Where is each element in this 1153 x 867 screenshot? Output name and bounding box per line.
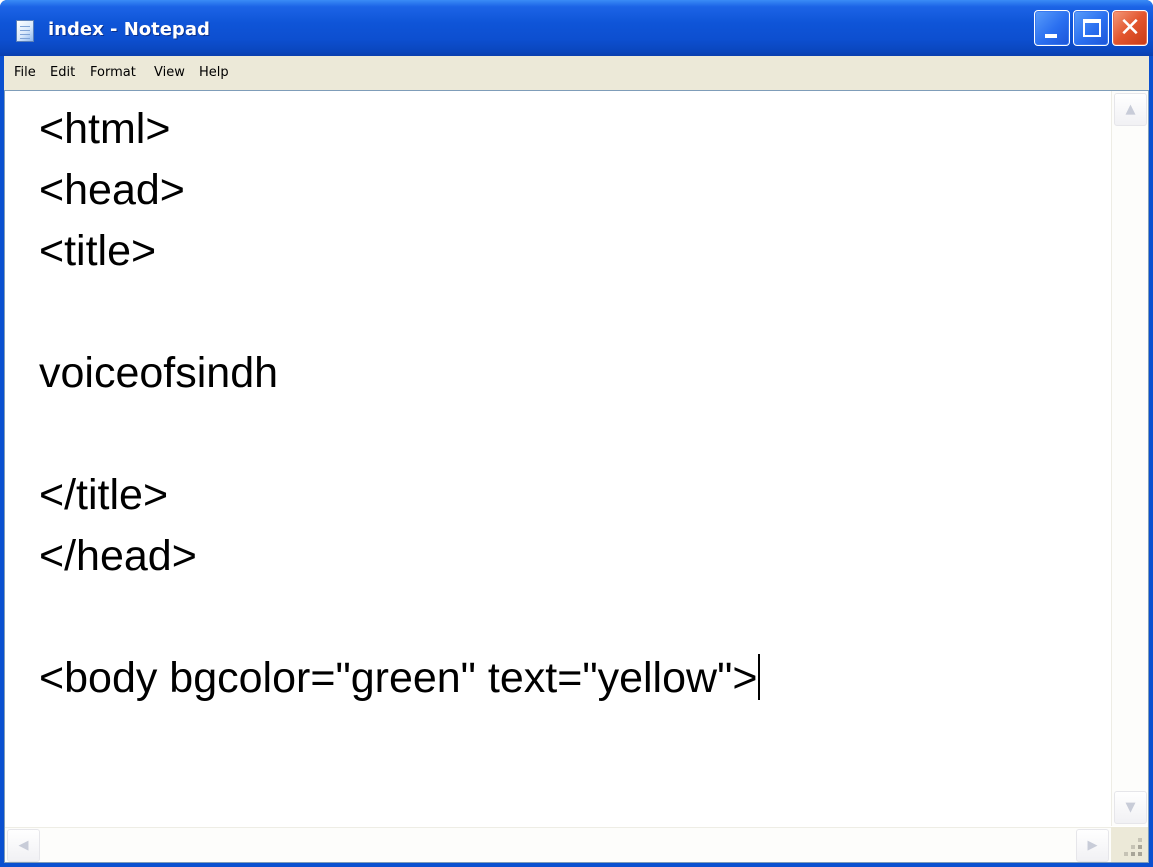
menu-help[interactable]: Help: [199, 65, 229, 80]
notepad-icon[interactable]: [16, 20, 34, 42]
text-line: <title>: [39, 227, 157, 275]
text-line: </head>: [39, 532, 197, 580]
text-area[interactable]: <html> <head> <title> voiceofsindh </tit…: [5, 91, 1110, 826]
text-line: <head>: [39, 166, 185, 214]
text-caret: [758, 654, 761, 700]
menu-edit[interactable]: Edit: [50, 65, 75, 80]
title-bar[interactable]: index - Notepad ✕: [0, 0, 1153, 56]
vertical-scrollbar[interactable]: ▲ ▼: [1111, 91, 1148, 826]
maximize-icon: [1083, 19, 1101, 37]
text-line-current: <body bgcolor="green" text="yellow">: [39, 653, 761, 703]
arrow-right-icon: ▶: [1087, 838, 1098, 853]
scroll-left-button[interactable]: ◀: [7, 829, 40, 862]
scroll-right-button[interactable]: ▶: [1076, 829, 1109, 862]
minimize-icon: [1045, 34, 1057, 38]
text-line: <html>: [39, 105, 171, 153]
menu-view[interactable]: View: [154, 65, 185, 80]
scroll-up-button[interactable]: ▲: [1114, 93, 1147, 126]
menu-bar: File Edit Format View Help: [4, 56, 1149, 90]
text-line: voiceofsindh: [39, 349, 279, 397]
arrow-up-icon: ▲: [1125, 102, 1136, 117]
menu-file[interactable]: File: [14, 65, 36, 80]
menu-format[interactable]: Format: [90, 65, 136, 80]
close-icon: ✕: [1119, 13, 1141, 43]
maximize-button[interactable]: [1073, 10, 1109, 46]
text-line: </title>: [39, 471, 169, 519]
scroll-down-button[interactable]: ▼: [1114, 791, 1147, 824]
close-button[interactable]: ✕: [1112, 10, 1148, 46]
window-title: index - Notepad: [48, 19, 210, 40]
arrow-down-icon: ▼: [1125, 800, 1136, 815]
editor: <html> <head> <title> voiceofsindh </tit…: [4, 90, 1149, 863]
minimize-button[interactable]: [1034, 10, 1070, 46]
text-line-content: <body bgcolor="green" text="yellow">: [39, 654, 758, 702]
horizontal-scrollbar[interactable]: ◀ ▶: [5, 827, 1111, 862]
arrow-left-icon: ◀: [18, 838, 29, 853]
size-grip[interactable]: [1111, 827, 1148, 862]
notepad-window: index - Notepad ✕ File Edit Format View …: [0, 0, 1153, 867]
